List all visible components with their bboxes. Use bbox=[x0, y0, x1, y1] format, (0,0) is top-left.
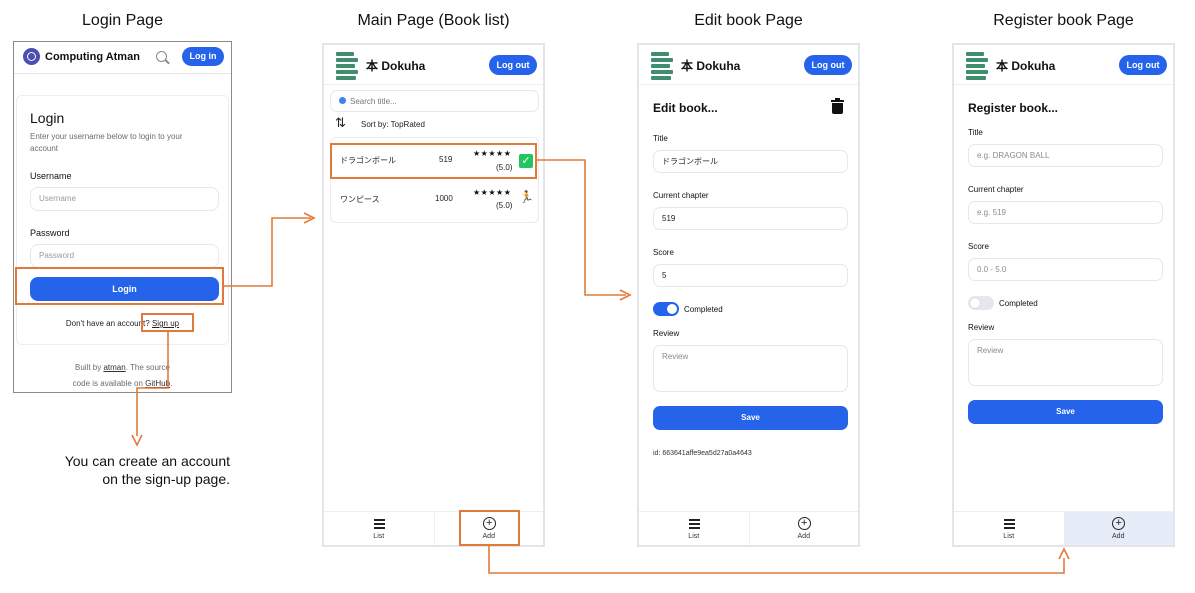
arrowhead-add-to-register bbox=[1058, 547, 1070, 560]
flow-arrows bbox=[131, 159, 1070, 574]
arrow-add-to-register bbox=[488, 546, 1065, 574]
arrowhead-signup-to-note bbox=[131, 434, 143, 447]
arrow-row-to-edit bbox=[537, 159, 626, 296]
arrow-signup-to-note bbox=[136, 332, 169, 436]
arrow-login-to-main bbox=[224, 217, 311, 287]
